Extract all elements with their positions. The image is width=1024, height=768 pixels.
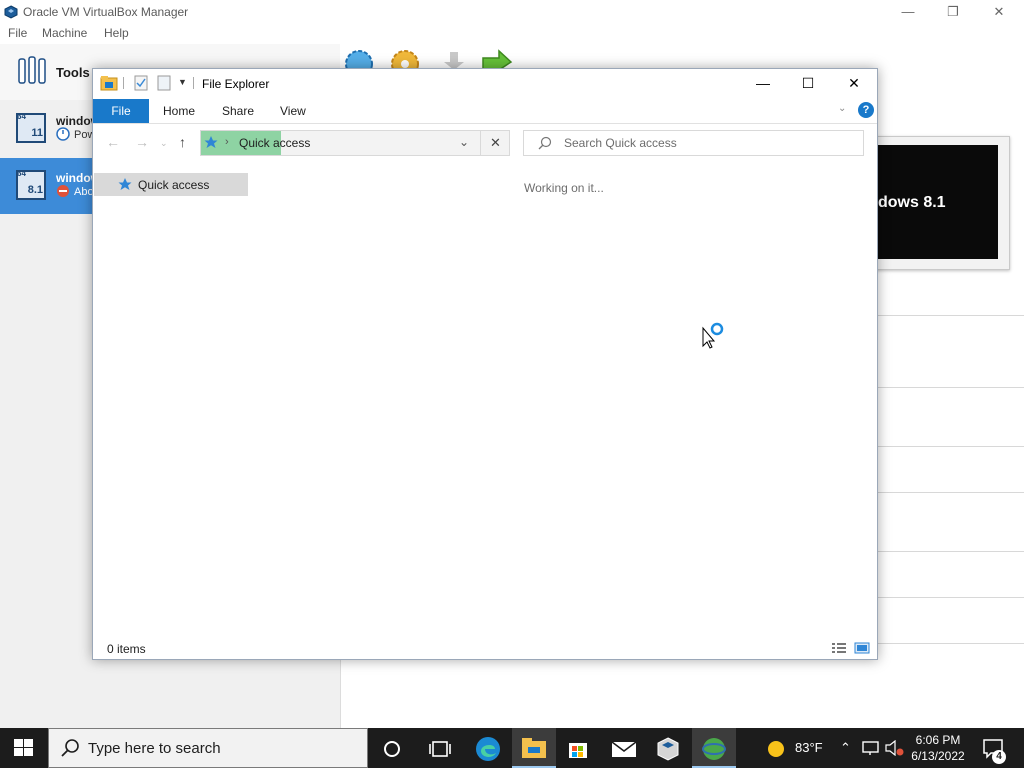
edge-browser-icon[interactable]	[475, 736, 501, 762]
vbox-tools-label: Tools	[56, 65, 90, 80]
start-arrow-icon[interactable]	[481, 48, 513, 70]
divider	[878, 387, 1024, 388]
new-vm-icon[interactable]	[343, 48, 375, 70]
busy-cursor-icon	[702, 322, 724, 349]
system-clock[interactable]: 6:06 PM 6/13/2022	[905, 732, 971, 764]
help-icon[interactable]: ?	[858, 102, 874, 118]
microsoft-store-icon[interactable]	[567, 737, 589, 759]
explorer-close-button[interactable]: ✕	[831, 69, 877, 97]
vbox-menu-help[interactable]: Help	[104, 26, 129, 40]
vbox-restore-button[interactable]: ❐	[930, 2, 976, 22]
vbox-menu-file[interactable]: File	[8, 26, 27, 40]
tools-icon	[18, 56, 46, 84]
aborted-icon	[57, 185, 69, 197]
windows-start-icon[interactable]	[14, 739, 34, 757]
cortana-icon[interactable]	[382, 739, 402, 759]
folder-icon	[100, 76, 118, 91]
ribbon-expand-icon[interactable]: ⌄	[838, 103, 846, 114]
recent-locations-icon[interactable]: ⌄	[160, 138, 168, 149]
loading-message: Working on it...	[524, 181, 604, 195]
notification-count-badge: 4	[992, 750, 1006, 764]
vm-preview-label: dows 8.1	[878, 194, 946, 211]
virtualbox-taskbar-icon[interactable]	[656, 737, 680, 761]
tab-file[interactable]: File	[93, 99, 149, 123]
ribbon-tabs	[93, 99, 877, 124]
weather-sun-icon[interactable]	[766, 739, 786, 759]
qat-dropdown-icon[interactable]: ▼	[178, 77, 187, 87]
weather-temperature: 83°F	[795, 740, 823, 755]
search-icon	[538, 136, 552, 150]
quick-access-star-icon	[118, 178, 132, 190]
mail-icon[interactable]	[611, 739, 637, 759]
divider	[878, 643, 1024, 644]
vm-state: Abo	[74, 186, 94, 198]
discard-icon[interactable]	[438, 48, 470, 70]
quick-access-star-icon	[204, 136, 218, 148]
breadcrumb-chevron-icon[interactable]: ›	[225, 136, 229, 148]
stop-loading-button[interactable]: ✕	[480, 130, 510, 156]
search-placeholder: Search Quick access	[564, 136, 677, 150]
vm-bits-label: 64	[17, 169, 26, 178]
vm-bits-label: 64	[17, 112, 26, 121]
large-icons-view-icon[interactable]	[854, 642, 870, 654]
vbox-close-button[interactable]: ✕	[976, 2, 1022, 22]
forward-arrow-icon[interactable]: →	[135, 134, 149, 150]
status-item-count: 0 items	[107, 642, 146, 656]
address-dropdown-icon[interactable]: ⌄	[459, 135, 469, 149]
divider	[878, 492, 1024, 493]
vbox-menubar	[0, 24, 1024, 44]
tab-share[interactable]: Share	[222, 104, 254, 118]
tab-view[interactable]: View	[280, 104, 306, 118]
clock-time: 6:06 PM	[915, 733, 961, 747]
clock-date: 6/13/2022	[911, 749, 965, 763]
title-divider	[193, 77, 194, 89]
vbox-window-title: Oracle VM VirtualBox Manager	[23, 5, 189, 19]
network-globe-icon	[702, 738, 726, 760]
vbox-menu-machine[interactable]: Machine	[42, 26, 87, 40]
show-hidden-icons-chevron-icon[interactable]: ⌃	[840, 740, 851, 756]
vbox-minimize-button[interactable]: —	[885, 2, 931, 22]
virtualbox-logo-icon	[4, 5, 18, 19]
divider	[878, 597, 1024, 598]
settings-gear-icon[interactable]	[389, 48, 421, 70]
file-explorer-window	[92, 68, 878, 660]
up-arrow-icon[interactable]: ↑	[179, 134, 186, 150]
search-icon	[61, 739, 79, 757]
properties-icon[interactable]	[134, 75, 148, 91]
back-arrow-icon[interactable]: ←	[106, 134, 120, 150]
taskbar-search-placeholder: Type here to search	[88, 740, 221, 757]
explorer-maximize-button[interactable]: ☐	[785, 69, 831, 97]
divider	[878, 446, 1024, 447]
powered-off-icon	[56, 127, 70, 141]
explorer-window-title: File Explorer	[202, 77, 270, 91]
divider	[878, 315, 1024, 316]
explorer-minimize-button[interactable]: —	[740, 69, 786, 97]
task-view-icon[interactable]	[429, 739, 451, 759]
details-view-icon[interactable]	[831, 642, 847, 654]
qat-divider	[123, 77, 124, 89]
nav-pane-label: Quick access	[138, 178, 210, 192]
tab-home[interactable]: Home	[163, 104, 195, 118]
volume-muted-icon[interactable]	[885, 740, 905, 756]
file-explorer-icon	[522, 738, 546, 758]
network-icon[interactable]	[862, 740, 880, 756]
divider	[878, 551, 1024, 552]
new-folder-icon[interactable]	[157, 75, 171, 91]
address-text: Quick access	[239, 136, 311, 150]
